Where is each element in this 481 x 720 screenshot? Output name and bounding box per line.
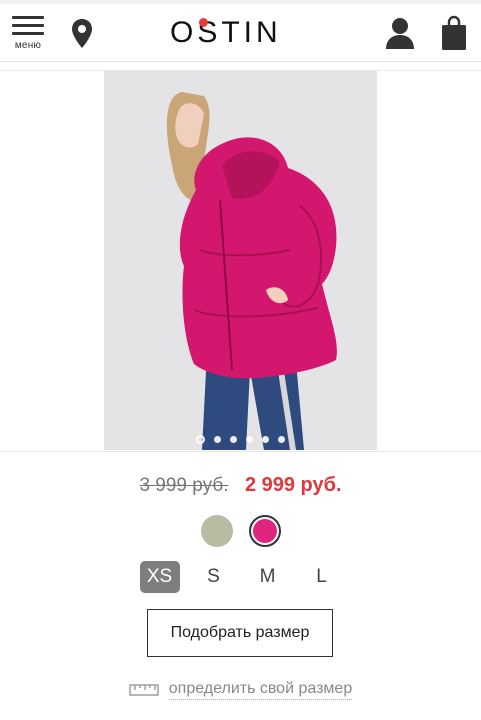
determine-size-text: определить свой размер (168, 680, 353, 700)
swatch-fill (200, 515, 233, 547)
product-image-gallery[interactable] (104, 70, 377, 450)
sale-price: 2 999 руб. (244, 474, 342, 496)
section-divider (0, 451, 481, 452)
header-divider (0, 61, 481, 62)
hamburger-icon-bar (12, 24, 44, 27)
swatch-fill (252, 519, 277, 543)
menu-button[interactable]: меню (10, 14, 48, 54)
menu-label: меню (14, 40, 42, 51)
location-pin-icon (72, 19, 92, 48)
logo-text: OSTIN (170, 16, 282, 49)
price-block: 3 999 руб. 2 999 руб. (0, 474, 481, 497)
cart-button[interactable] (440, 15, 468, 51)
ruler-icon (129, 684, 159, 696)
color-swatch-fuchsia[interactable] (248, 515, 281, 547)
account-button[interactable] (385, 16, 415, 50)
ostin-logo[interactable]: OSTIN (170, 16, 312, 50)
old-price: 3 999 руб. (139, 475, 229, 496)
determine-size-link[interactable]: определить свой размер (0, 680, 481, 700)
location-button[interactable] (70, 18, 94, 50)
gallery-dot[interactable] (278, 436, 285, 443)
gallery-dot[interactable] (230, 436, 237, 443)
header-top-strip (0, 0, 481, 4)
size-option-m[interactable]: M (248, 561, 288, 593)
color-swatch-sage[interactable] (200, 515, 233, 547)
gallery-dot[interactable] (246, 436, 253, 443)
size-option-s[interactable]: S (194, 561, 234, 593)
hamburger-icon-bar (12, 16, 44, 19)
color-selector (0, 515, 481, 547)
size-option-l[interactable]: L (302, 561, 342, 593)
logo-dot (199, 18, 208, 27)
gallery-pagination (104, 435, 377, 444)
product-photo (104, 70, 377, 450)
shopping-bag-icon (442, 15, 466, 50)
find-size-button[interactable]: Подобрать размер (147, 609, 333, 657)
user-icon (386, 18, 414, 49)
gallery-dot[interactable] (262, 436, 269, 443)
size-option-xs[interactable]: XS (139, 561, 180, 593)
size-selector: XS S M L (0, 561, 481, 593)
gallery-dot[interactable] (214, 436, 221, 443)
hamburger-icon-bar (12, 32, 44, 35)
site-header: меню OSTIN (0, 0, 481, 62)
gallery-dot[interactable] (196, 435, 205, 444)
